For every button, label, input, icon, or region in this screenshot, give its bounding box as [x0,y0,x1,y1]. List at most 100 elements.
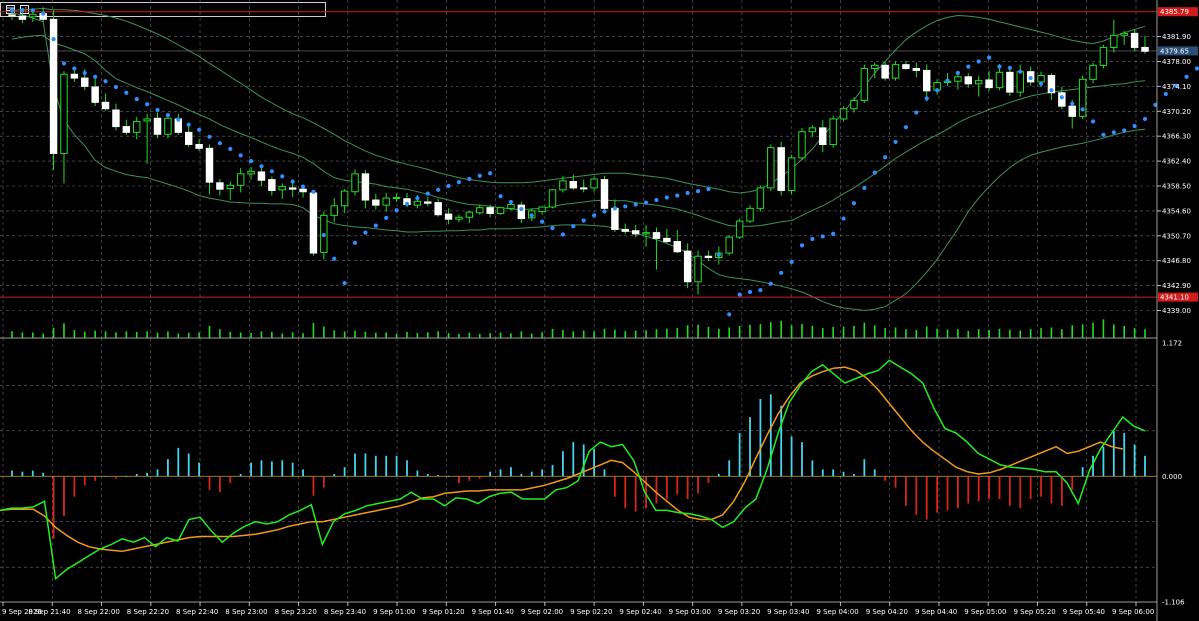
candle-body [1016,71,1024,93]
psar-dot [633,202,638,207]
price-axis-label: 4358.50 [1162,182,1191,190]
psar-dot [373,223,378,228]
volume-bar [94,330,96,338]
volume-bar [853,325,855,338]
candle-body [839,108,848,120]
volume-bar [323,326,325,338]
candle-body [590,178,598,189]
macd-histogram-bar [1040,476,1042,497]
volume-bar [1081,324,1084,338]
psar-dot [1111,130,1116,135]
volume-bar [520,331,523,338]
volume-bar [530,333,533,338]
volume-bar [873,325,876,338]
psar-dot [82,70,87,76]
macd-histogram-bar [1008,476,1011,506]
macd-histogram-bar [780,405,783,477]
psar-dot [560,232,566,237]
macd-histogram-bar [853,473,855,477]
psar-dot [498,194,503,199]
chart-grid [0,0,1157,602]
macd-histogram-bar [520,473,523,477]
macd-histogram-bar [291,462,294,477]
psar-dot [207,134,212,139]
price-axis-label: 4339.00 [1162,307,1191,315]
time-axis-label: 8 Sep 22:40 [176,608,218,616]
volume-bar [562,330,564,338]
psar-dot [581,218,586,223]
trading-chart[interactable]: 4381.90 4378.00 4374.10 4370.20 4366.30 4362.… [0,0,1199,621]
volume-bar [239,332,242,338]
volume-bar [884,328,886,338]
macd-histogram-bar [593,448,595,477]
psar-dot [986,55,992,60]
volume-bar [364,331,367,338]
candle-body [226,184,235,190]
macd-histogram-bar [239,473,242,477]
candle-body [1120,32,1128,36]
macd-histogram-bar [167,459,169,477]
macd-histogram-bar [458,476,460,484]
psar-dot [976,59,981,64]
macd-histogram-bar [686,476,689,499]
price-axis-label: 4374.10 [1162,83,1191,91]
psar-dot [737,292,742,297]
volume-bar [905,329,907,338]
macd-histogram-bar [385,455,388,477]
price-axis-label: 4354.60 [1162,207,1191,215]
volume-bar [977,329,980,338]
volume-bar [125,331,128,338]
bollinger-lower-line [11,12,1146,312]
volume-bar [925,326,928,338]
macd-histogram-bar [115,476,117,479]
macd-histogram-bar [821,469,824,477]
candle-body [860,67,869,101]
candle-body [912,67,921,71]
macd-histogram-bar [759,398,762,477]
macd-histogram-bar [863,459,866,477]
macd-histogram-bar [956,476,959,509]
candle-body [1068,105,1076,117]
volume-bar [395,333,398,338]
volume-bar [281,333,284,338]
axes: 4381.90 4378.00 4374.10 4370.20 4366.30 4362.… [0,0,1198,621]
candle-body [424,201,432,204]
macd-histogram-bar [83,476,86,486]
macd-histogram-bar [73,476,76,497]
macd-histogram-bar [489,471,492,477]
psar-dot [425,191,430,196]
volume-bar [11,331,13,338]
psar-dot [51,37,56,42]
psar-dot [935,88,940,93]
candle-body [704,255,713,259]
macd-histogram-bar [1060,476,1063,506]
candle-body [600,179,609,209]
macd-histogram-bar [988,476,990,499]
volume-bar [73,330,76,338]
volume-bar [572,331,575,338]
psar-dot [747,289,753,295]
candle-body [995,71,1004,89]
candle-body [268,179,276,191]
psar-dot [1132,123,1137,129]
macd-indicator [0,359,1157,581]
psar-dot [1038,81,1044,86]
macd-histogram-bar [270,461,273,477]
macd-histogram-bar [676,476,679,495]
candle-body [361,173,370,201]
macd-histogram-bar [364,453,367,477]
macd-histogram-bar [260,460,263,477]
macd-histogram-bar [634,476,637,512]
macd-histogram-bar [94,476,97,481]
psar-dot [706,187,711,192]
volume-bar [1019,330,1022,338]
candle-body [299,188,307,193]
macd-histogram-bar [613,476,616,497]
volume-bar [291,332,294,338]
volume-bar [1113,324,1115,338]
psar-dot [1080,107,1085,112]
volume-bar [229,331,232,338]
psar-dot [862,185,867,191]
psar-dot [20,8,25,13]
volume-bar [863,322,866,338]
